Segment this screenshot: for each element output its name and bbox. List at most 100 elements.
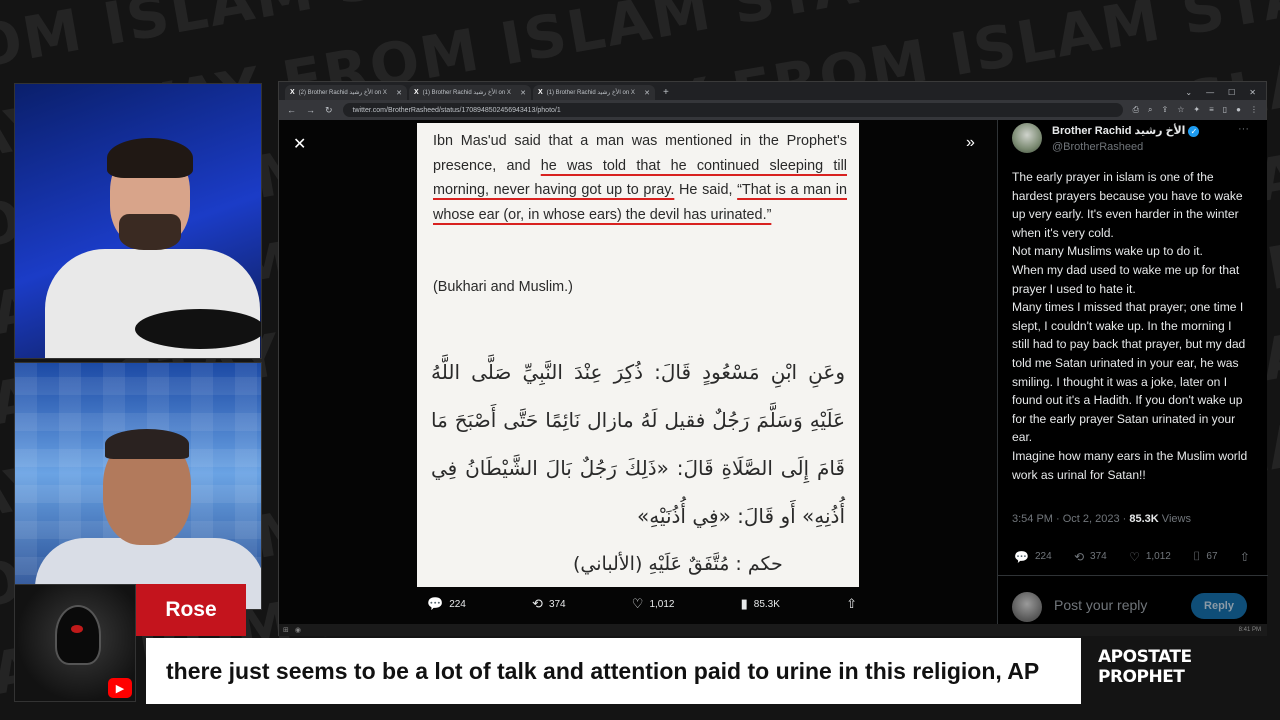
- chrome-icon[interactable]: ◉: [295, 626, 301, 634]
- minimize-icon[interactable]: —: [1206, 85, 1214, 100]
- profile-icon[interactable]: ●: [1236, 105, 1241, 115]
- x-logo-icon: X: [290, 89, 295, 96]
- browser-window: X (2) Brother Rachid الأخ رشيد on X ✕ X …: [278, 81, 1268, 636]
- author-display-name: Brother Rachid الأخ رشيد: [1052, 125, 1186, 137]
- author-handle[interactable]: @BrotherRasheed: [1052, 141, 1143, 153]
- extensions-icon[interactable]: ✦: [1193, 105, 1200, 115]
- tweet-photo[interactable]: Ibn Mas'ud said that a man was mentioned…: [417, 123, 859, 587]
- reply-icon: 💬: [427, 596, 444, 611]
- tweet-views-label: Views: [1158, 513, 1191, 525]
- taskbar: ⊞ ◉ 8:41 PM: [279, 624, 1267, 636]
- chevron-down-icon[interactable]: ⌄: [1185, 85, 1192, 100]
- views-count: 85.3K: [753, 598, 780, 610]
- sidebar-icon[interactable]: ▯: [1223, 105, 1227, 115]
- bookmark-count: 67: [1206, 551, 1218, 562]
- tweet-paragraph: The early prayer in islam is one of the …: [1012, 170, 1243, 240]
- x-logo-icon: X: [538, 89, 543, 96]
- close-icon[interactable]: ✕: [293, 134, 306, 154]
- close-icon[interactable]: ✕: [520, 89, 526, 97]
- expand-panel-icon[interactable]: »: [966, 134, 975, 152]
- reply-count: 224: [1034, 551, 1052, 562]
- close-icon[interactable]: ✕: [644, 89, 650, 97]
- webcam-guest: [14, 362, 262, 610]
- heart-icon: ♡: [1129, 549, 1140, 564]
- webcam-host: [14, 83, 262, 359]
- repost-count: 374: [1090, 551, 1107, 562]
- share-action[interactable]: ⇧: [846, 596, 857, 612]
- back-icon[interactable]: ←: [287, 105, 296, 115]
- url-field[interactable]: twitter.com/BrotherRasheed/status/170894…: [342, 103, 1123, 117]
- reply-count: 224: [449, 598, 466, 610]
- repost-icon: ⟲: [1073, 549, 1085, 564]
- forward-icon[interactable]: →: [306, 105, 315, 115]
- bookmark-action[interactable]: ⌷ 67: [1193, 549, 1217, 564]
- bookmark-icon: ⌷: [1193, 549, 1201, 563]
- swan-beak: [71, 625, 83, 633]
- tweet-paragraph: Many times I missed that prayer; one tim…: [1012, 300, 1246, 445]
- like-action[interactable]: ♡ 1,012: [632, 596, 675, 612]
- repost-action[interactable]: ⟲ 374: [1074, 549, 1107, 564]
- window-controls: ⌄ — ☐ ✕: [1185, 85, 1266, 100]
- host-beard: [119, 214, 181, 250]
- views-action[interactable]: ▮ 85.3K: [741, 596, 780, 612]
- reply-action[interactable]: 💬 224: [427, 596, 466, 612]
- close-icon[interactable]: ✕: [396, 89, 402, 97]
- repost-count: 374: [548, 598, 566, 610]
- divider: [998, 575, 1268, 576]
- tweet-paragraph: When my dad used to wake me up for that …: [1012, 262, 1240, 296]
- like-count: 1,012: [649, 598, 675, 610]
- reply-icon: 💬: [1014, 549, 1029, 564]
- browser-tab[interactable]: X (1) Brother Rachid الأخ رشيد on X ✕: [533, 85, 655, 100]
- channel-brand: APOSTATE PROPHET: [1098, 647, 1192, 687]
- reply-button[interactable]: Reply: [1191, 593, 1247, 619]
- host-hair: [107, 138, 193, 178]
- tab-label: (1) Brother Rachid الأخ رشيد on X: [422, 90, 511, 96]
- browser-tab[interactable]: X (1) Brother Rachid الأخ رشيد on X ✕: [409, 85, 531, 100]
- tweet-metadata: 3:54 PM · Oct 2, 2023 · 85.3K Views: [1012, 513, 1191, 525]
- guest-hair: [105, 429, 189, 459]
- address-bar-row: ← → ↻ twitter.com/BrotherRasheed/status/…: [279, 100, 1266, 120]
- hadith-english-text: Ibn Mas'ud said that a man was mentioned…: [433, 129, 847, 227]
- repost-icon: ⟲: [532, 596, 543, 611]
- more-options-icon[interactable]: ···: [1238, 123, 1249, 135]
- menu-icon[interactable]: ⋮: [1250, 105, 1258, 115]
- tweet-action-bar: 💬 224 ⟲ 374 ♡ 1,012 ⌷ 67 ⇧: [1014, 549, 1250, 564]
- verified-badge-icon: ✓: [1188, 125, 1200, 137]
- hadith-grading: حكم : مُتَّفَقٌ عَلَيْهِ (الألباني): [573, 553, 783, 575]
- avatar[interactable]: [1012, 123, 1042, 153]
- tweet-timestamp[interactable]: 3:54 PM · Oct 2, 2023 ·: [1012, 513, 1129, 525]
- host-microphone: [135, 309, 261, 349]
- reload-icon[interactable]: ↻: [325, 105, 333, 116]
- reply-action[interactable]: 💬 224: [1014, 549, 1052, 564]
- repost-action[interactable]: ⟲ 374: [532, 596, 566, 612]
- like-action[interactable]: ♡ 1,012: [1129, 549, 1171, 564]
- tweet-body: The early prayer in islam is one of the …: [1012, 168, 1252, 484]
- share-icon: ⇧: [1239, 549, 1250, 564]
- share-icon[interactable]: ⇪: [1162, 105, 1169, 115]
- tab-label: (1) Brother Rachid الأخ رشيد on X: [546, 90, 635, 96]
- new-tab-icon[interactable]: +: [657, 85, 675, 100]
- share-icon: ⇧: [846, 596, 857, 611]
- bookmark-star-icon[interactable]: ☆: [1177, 105, 1184, 115]
- speaker-nameplate: Rose: [136, 584, 246, 636]
- reading-list-icon[interactable]: ≡: [1209, 105, 1214, 115]
- author-name[interactable]: Brother Rachid الأخ رشيد ✓: [1052, 124, 1200, 137]
- install-icon[interactable]: ⎙: [1133, 105, 1139, 115]
- bar-chart-icon: ▮: [740, 596, 748, 611]
- photo-viewer: ✕ » Ibn Mas'ud said that a man was menti…: [279, 120, 997, 636]
- toolbar-icons: ⎙ ⌕ ⇪ ☆ ✦ ≡ ▯ ● ⋮: [1133, 105, 1258, 115]
- tab-bar: X (2) Brother Rachid الأخ رشيد on X ✕ X …: [279, 82, 1266, 100]
- tweet-paragraph: Not many Muslims wake up to do it.: [1012, 244, 1203, 259]
- maximize-icon[interactable]: ☐: [1228, 85, 1235, 100]
- reply-input[interactable]: Post your reply: [1054, 597, 1147, 613]
- close-icon[interactable]: ✕: [1249, 85, 1256, 100]
- tweet-paragraph: Imagine how many ears in the Muslim worl…: [1012, 448, 1248, 482]
- zoom-icon[interactable]: ⌕: [1148, 105, 1152, 115]
- taskbar-clock: 8:41 PM: [1238, 627, 1261, 633]
- browser-tab[interactable]: X (2) Brother Rachid الأخ رشيد on X ✕: [285, 85, 407, 100]
- windows-start-icon[interactable]: ⊞: [283, 626, 289, 634]
- heart-icon: ♡: [631, 596, 644, 611]
- tweet-panel: Brother Rachid الأخ رشيد ✓ @BrotherRashee…: [997, 120, 1268, 636]
- share-action[interactable]: ⇧: [1240, 549, 1250, 564]
- swan-icon: [55, 605, 101, 665]
